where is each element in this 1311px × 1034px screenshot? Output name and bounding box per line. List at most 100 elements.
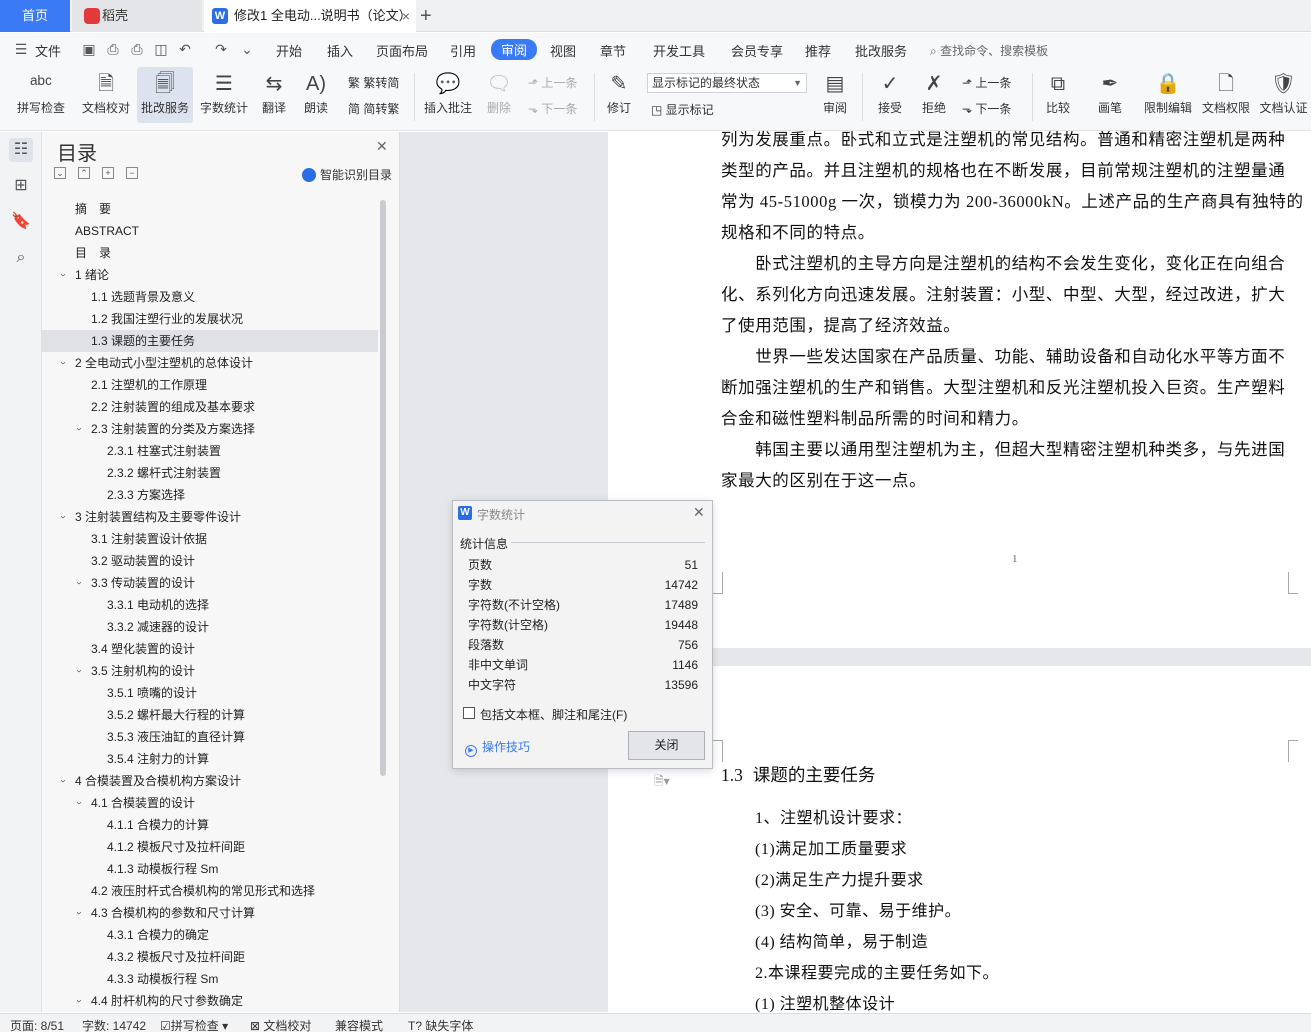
toc-item[interactable]: 3.4 塑化装置的设计 bbox=[42, 638, 378, 660]
chapter-nav-icon[interactable]: ⊞ bbox=[9, 174, 33, 198]
simp-to-trad-button[interactable]: 简 简转繁 bbox=[348, 100, 399, 117]
collapse-all-icon[interactable]: ⌄ bbox=[54, 167, 66, 179]
chevron-down-icon[interactable]: › bbox=[68, 999, 90, 1002]
toc-item[interactable]: 3.5.3 液压油缸的直径计算 bbox=[42, 726, 378, 748]
toc-item[interactable]: 摘 要 bbox=[42, 198, 378, 220]
print-preview-icon[interactable]: ◫ bbox=[152, 40, 170, 58]
quick-access-dropdown-icon[interactable]: ⌄ bbox=[238, 40, 256, 58]
toc-item[interactable]: 4.2 液压肘杆式合模机构的常见形式和选择 bbox=[42, 880, 378, 902]
insert-comment-button[interactable]: 💬 插入批注 bbox=[420, 67, 476, 123]
toc-scrollbar[interactable] bbox=[380, 200, 386, 776]
missing-font-button[interactable]: T? 缺失字体 bbox=[408, 1017, 473, 1034]
prev-comment-button[interactable]: ⬏ 上一条 bbox=[528, 74, 577, 91]
paragraph-menu-icon[interactable]: 🗎▾ bbox=[654, 772, 670, 793]
chevron-down-icon[interactable]: › bbox=[68, 427, 90, 430]
compare-button[interactable]: ⧉ 比较 bbox=[1038, 67, 1078, 123]
status-doc-check[interactable]: ⊠ 文档校对 bbox=[250, 1017, 311, 1034]
toc-item[interactable]: 3.3.2 减速器的设计 bbox=[42, 616, 378, 638]
next-comment-button[interactable]: ⬎ 下一条 bbox=[528, 100, 577, 117]
toc-item[interactable]: › 4.3 合模机构的参数和尺寸计算 bbox=[42, 902, 378, 924]
include-footnotes-checkbox[interactable] bbox=[463, 707, 475, 719]
toc-item[interactable]: 2.3.1 柱塞式注射装置 bbox=[42, 440, 378, 462]
toc-item[interactable]: 3.5.4 注射力的计算 bbox=[42, 748, 378, 770]
close-tab-icon[interactable]: × bbox=[402, 0, 410, 32]
toc-item[interactable]: › 4 合模装置及合模机构方案设计 bbox=[42, 770, 378, 792]
toc-item[interactable]: › 1 绪论 bbox=[42, 264, 378, 286]
find-icon[interactable]: ⌕ bbox=[9, 246, 33, 270]
chevron-down-icon[interactable]: › bbox=[52, 361, 74, 364]
chevron-down-icon[interactable]: › bbox=[52, 779, 74, 782]
toc-item[interactable]: 3.5.1 喷嘴的设计 bbox=[42, 682, 378, 704]
toc-item[interactable]: 3.1 注射装置设计依据 bbox=[42, 528, 378, 550]
menu-page-layout[interactable]: 页面布局 bbox=[376, 41, 428, 60]
print-icon[interactable]: ⎙ bbox=[128, 40, 146, 58]
smart-toc-button[interactable]: 智能识别目录 bbox=[302, 166, 392, 183]
toc-item[interactable]: 4.3.2 模板尺寸及拉杆间距 bbox=[42, 946, 378, 968]
doc-check-button[interactable]: 🗎 文档校对 bbox=[78, 67, 134, 123]
toc-item[interactable]: 4.3.1 合模力的确定 bbox=[42, 924, 378, 946]
toc-item[interactable]: 2.1 注塑机的工作原理 bbox=[42, 374, 378, 396]
undo-icon[interactable]: ↶ bbox=[176, 40, 194, 58]
hamburger-menu-icon[interactable]: ☰ bbox=[12, 40, 30, 58]
bookmark-icon[interactable]: 🔖 bbox=[9, 210, 33, 234]
next-change-button[interactable]: ⬎ 下一条 bbox=[962, 100, 1011, 117]
toc-item[interactable]: 2.2 注射装置的组成及基本要求 bbox=[42, 396, 378, 418]
close-icon[interactable]: ✕ bbox=[376, 138, 388, 155]
menu-member[interactable]: 会员专享 bbox=[731, 41, 783, 60]
remove-heading-icon[interactable]: − bbox=[126, 167, 138, 179]
toc-item[interactable]: 目 录 bbox=[42, 242, 378, 264]
command-search[interactable]: ⌕ 查找命令、搜索模板 bbox=[930, 42, 1048, 59]
menu-developer[interactable]: 开发工具 bbox=[653, 41, 705, 60]
menu-insert[interactable]: 插入 bbox=[327, 41, 353, 60]
toc-item[interactable]: 2.3.2 螺杆式注射装置 bbox=[42, 462, 378, 484]
menu-recommend[interactable]: 推荐 bbox=[805, 41, 831, 60]
tips-link[interactable]: ▶ 操作技巧 bbox=[465, 738, 530, 757]
menu-view[interactable]: 视图 bbox=[550, 41, 576, 60]
menu-reference[interactable]: 引用 bbox=[450, 41, 476, 60]
review-service-button[interactable]: 🗐 批改服务 bbox=[137, 67, 193, 123]
toc-item[interactable]: › 3.5 注射机构的设计 bbox=[42, 660, 378, 682]
status-spell-check[interactable]: ☑拼写检查 ▾ bbox=[160, 1017, 228, 1034]
show-markup-button[interactable]: ◳ 显示标记 bbox=[651, 101, 714, 118]
chevron-down-icon[interactable]: › bbox=[52, 273, 74, 276]
doc-auth-button[interactable]: 🛡 文档认证 bbox=[1256, 67, 1311, 123]
toc-item[interactable]: ABSTRACT bbox=[42, 220, 378, 242]
expand-all-icon[interactable]: ⌃ bbox=[78, 167, 90, 179]
accept-button[interactable]: ✓ 接受 bbox=[870, 67, 910, 123]
spell-check-button[interactable]: ᵃᵇᶜ 拼写检查 bbox=[8, 67, 74, 123]
toc-item[interactable]: 3.3.1 电动机的选择 bbox=[42, 594, 378, 616]
toc-item[interactable]: 2.3.3 方案选择 bbox=[42, 484, 378, 506]
track-changes-button[interactable]: ✎ 修订 bbox=[600, 67, 638, 123]
page-indicator[interactable]: 页面: 8/51 bbox=[10, 1017, 64, 1034]
reject-button[interactable]: ✗ 拒绝 bbox=[914, 67, 954, 123]
toc-item[interactable]: › 4.4 肘杆机构的尺寸参数确定 bbox=[42, 990, 378, 1012]
chevron-down-icon[interactable]: › bbox=[68, 669, 90, 672]
tab-document[interactable]: 修改1 全电动...说明书（论文） × bbox=[204, 0, 416, 32]
close-icon[interactable]: ✕ bbox=[693, 504, 705, 521]
include-footnotes-label[interactable]: 包括文本框、脚注和尾注(F) bbox=[480, 706, 627, 723]
toc-item[interactable]: › 4.1 合模装置的设计 bbox=[42, 792, 378, 814]
toc-item[interactable]: 3.2 驱动装置的设计 bbox=[42, 550, 378, 572]
review-pane-button[interactable]: ▤ 审阅 bbox=[815, 67, 855, 123]
toc-item[interactable]: › 3.3 传动装置的设计 bbox=[42, 572, 378, 594]
ink-pen-button[interactable]: ✒ 画笔 bbox=[1092, 67, 1128, 123]
toc-item[interactable]: 1.1 选题背景及意义 bbox=[42, 286, 378, 308]
read-aloud-button[interactable]: A) 朗读 bbox=[298, 67, 334, 123]
restrict-edit-button[interactable]: 🔒 限制编辑 bbox=[1140, 67, 1196, 123]
toc-item[interactable]: › 3 注射装置结构及主要零件设计 bbox=[42, 506, 378, 528]
toc-item[interactable]: 4.1.3 动模板行程 Sm bbox=[42, 858, 378, 880]
menu-file[interactable]: 文件 bbox=[35, 41, 61, 60]
save-icon[interactable]: ▣ bbox=[80, 40, 98, 58]
add-heading-icon[interactable]: + bbox=[102, 167, 114, 179]
trad-to-simp-button[interactable]: 繁 繁转简 bbox=[348, 74, 399, 91]
menu-start[interactable]: 开始 bbox=[276, 41, 302, 60]
doc-permission-button[interactable]: 🗋 文档权限 bbox=[1198, 67, 1254, 123]
menu-review[interactable]: 审阅 bbox=[491, 39, 538, 60]
menu-review-service[interactable]: 批改服务 bbox=[855, 41, 907, 60]
word-count-button[interactable]: ☰ 字数统计 bbox=[196, 67, 252, 123]
prev-change-button[interactable]: ⬏ 上一条 bbox=[962, 74, 1011, 91]
toc-item[interactable]: 1.2 我国注塑行业的发展状况 bbox=[42, 308, 378, 330]
delete-comment-button[interactable]: 🗨 删除 bbox=[480, 67, 518, 123]
toc-panel-icon[interactable]: ☷ bbox=[9, 138, 33, 162]
new-tab-button[interactable]: + bbox=[418, 0, 440, 32]
